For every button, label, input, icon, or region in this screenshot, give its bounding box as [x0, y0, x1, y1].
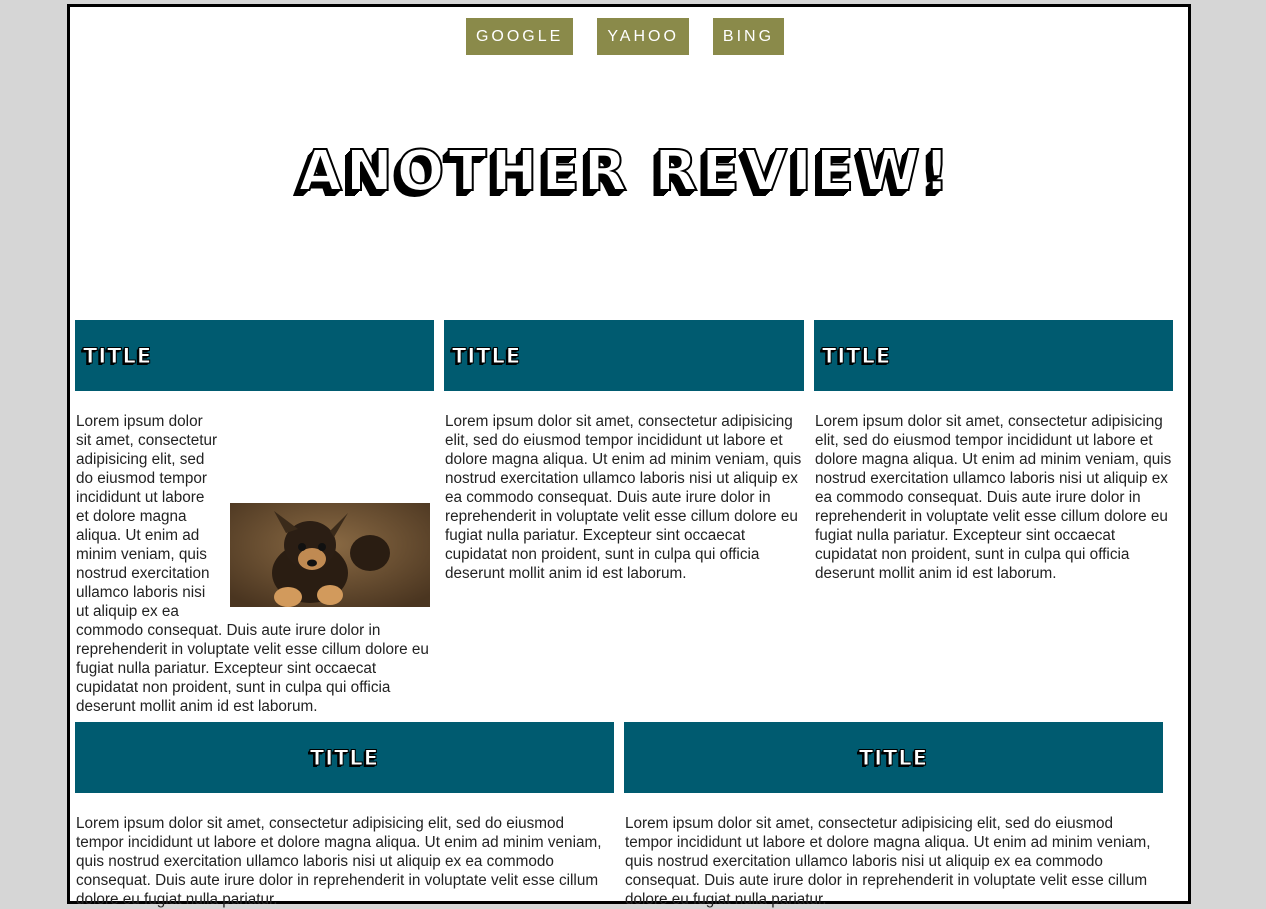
top-nav: GOOGLE YAHOO BING: [66, 18, 1184, 55]
card-header: Title: [624, 722, 1163, 793]
card-header: Title: [814, 320, 1173, 391]
card-header: Title: [444, 320, 804, 391]
card-header: Title: [75, 320, 434, 391]
nav-button-yahoo[interactable]: YAHOO: [597, 18, 689, 55]
card-text: Lorem ipsum dolor sit amet, consectetur …: [76, 815, 602, 908]
card-text: Lorem ipsum dolor sit amet, consectetur …: [815, 413, 1172, 582]
card-body: Lorem ipsum dolor sit amet, consectetur …: [444, 412, 804, 583]
card-2: Title Lorem ipsum dolor sit amet, consec…: [444, 320, 804, 583]
card-title: Title: [858, 745, 929, 770]
hero-section: Another Review!: [70, 138, 1188, 205]
card-body: Lorem ipsum dolor sit amet, consectetur …: [75, 412, 434, 716]
card-body: Lorem ipsum dolor sit amet, consectetur …: [624, 814, 1163, 909]
page-container: GOOGLE YAHOO BING Another Review! Title: [66, 4, 1191, 908]
card-title: Title: [821, 343, 892, 368]
puppy-photo-icon: [230, 503, 430, 607]
card-4: Title Lorem ipsum dolor sit amet, consec…: [75, 722, 614, 909]
card-body: Lorem ipsum dolor sit amet, consectetur …: [814, 412, 1173, 583]
card-title: Title: [451, 343, 522, 368]
card-text: Lorem ipsum dolor sit amet, consectetur …: [625, 815, 1151, 908]
card-3: Title Lorem ipsum dolor sit amet, consec…: [814, 320, 1173, 583]
card-header: Title: [75, 722, 614, 793]
card-text: Lorem ipsum dolor sit amet, consectetur …: [445, 413, 802, 582]
nav-button-bing[interactable]: BING: [712, 18, 785, 55]
card-body: Lorem ipsum dolor sit amet, consectetur …: [75, 814, 614, 909]
puppy-image: [230, 503, 430, 607]
nav-button-google[interactable]: GOOGLE: [465, 18, 574, 55]
card-title: Title: [82, 343, 153, 368]
page-title: Another Review!: [298, 138, 954, 205]
card-title: Title: [309, 745, 380, 770]
card-1: Title: [75, 320, 434, 716]
card-5: Title Lorem ipsum dolor sit amet, consec…: [624, 722, 1163, 909]
